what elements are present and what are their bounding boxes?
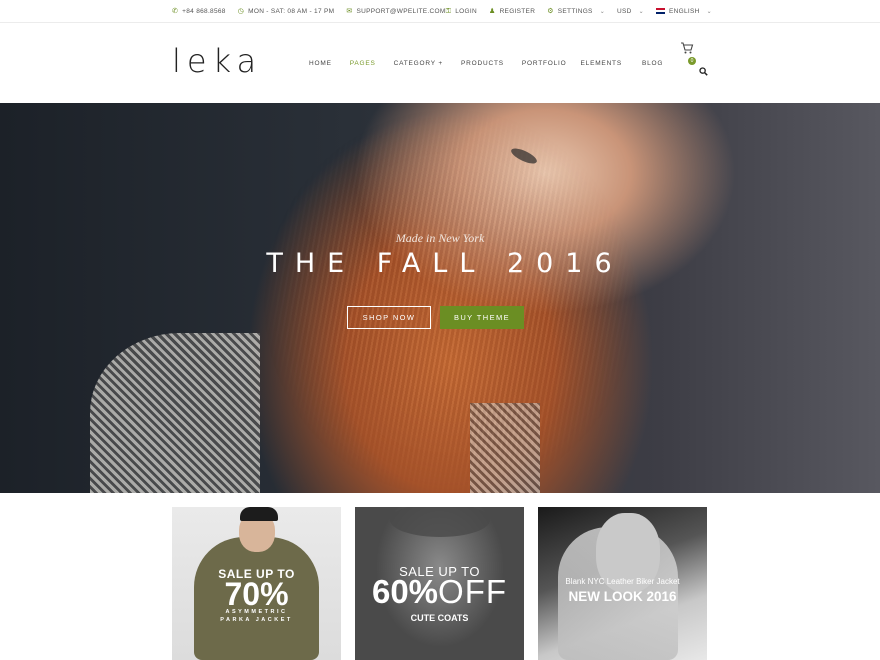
- register-link[interactable]: ♟ REGISTER: [489, 8, 535, 15]
- menu-item-blog[interactable]: BLOG: [642, 60, 663, 67]
- language-label[interactable]: ENGLISH: [669, 8, 700, 15]
- promo-image-cap: [240, 507, 278, 521]
- hours-info: ◷ MON - SAT: 08 AM - 17 PM: [238, 8, 335, 15]
- chevron-down-icon: ⌄: [638, 8, 644, 15]
- currency-label[interactable]: USD: [617, 8, 632, 15]
- language-dropdown[interactable]: ENGLISH ⌄: [655, 8, 712, 15]
- email-info[interactable]: ✉ SUPPORT@WPELITE.COM: [346, 8, 445, 15]
- login-link[interactable]: ⚿ LOGIN: [446, 8, 477, 15]
- email-text[interactable]: SUPPORT@WPELITE.COM: [357, 8, 446, 15]
- promo-product-line1: ASYMMETRIC: [225, 609, 288, 615]
- settings-label[interactable]: SETTINGS: [558, 8, 593, 15]
- promo-banner-biker-jacket[interactable]: Blank NYC Leather Biker Jacket NEW LOOK …: [538, 507, 707, 660]
- uk-flag-icon: [655, 8, 665, 14]
- site-logo[interactable]: leka: [172, 42, 262, 80]
- hero-subtitle: Made in New York: [395, 231, 485, 245]
- hero-banner: Made in New York THE FALL 2016 SHOP NOW …: [0, 103, 880, 493]
- promo-image-hat: [390, 507, 490, 537]
- menu-item-pages[interactable]: PAGES: [350, 60, 376, 67]
- promo-product-name: ASYMMETRIC PARKA JACKET: [172, 608, 341, 624]
- main-header: leka HOME PAGES CATEGORY + PRODUCTS PORT…: [0, 23, 880, 103]
- menu-item-home[interactable]: HOME: [309, 60, 332, 67]
- promo-banner-coats[interactable]: SALE UP TO 60%OFF CUTE COATS: [355, 507, 524, 660]
- menu-item-category[interactable]: CATEGORY +: [394, 60, 443, 67]
- buy-theme-button[interactable]: BUY THEME: [440, 306, 524, 329]
- menu-item-products[interactable]: PRODUCTS: [461, 60, 504, 67]
- clock-icon: ◷: [237, 7, 245, 15]
- top-bar: ✆ +84 868.8568 ◷ MON - SAT: 08 AM - 17 P…: [0, 0, 880, 23]
- envelope-icon: ✉: [346, 7, 353, 15]
- contact-info: ✆ +84 868.8568 ◷ MON - SAT: 08 AM - 17 P…: [172, 8, 446, 15]
- chevron-down-icon: ⌄: [599, 8, 606, 15]
- user-icon: ♟: [488, 7, 496, 15]
- promo-product-line2: PARKA JACKET: [220, 617, 293, 623]
- shop-now-button[interactable]: SHOP NOW: [347, 306, 431, 329]
- key-icon: ⚿: [445, 7, 452, 15]
- currency-dropdown[interactable]: USD ⌄: [617, 8, 644, 15]
- hero-title: THE FALL 2016: [266, 248, 624, 279]
- register-label[interactable]: REGISTER: [500, 8, 536, 15]
- promo-headline: NEW LOOK 2016: [568, 589, 677, 604]
- promo-banner-parka[interactable]: SALE UP TO 70% ASYMMETRIC PARKA JACKET: [172, 507, 341, 660]
- menu-item-portfolio[interactable]: PORTFOLIO: [522, 60, 567, 67]
- promo-percent: 60%OFF: [355, 573, 524, 611]
- promo-product-name: Blank NYC Leather Biker Jacket: [565, 577, 680, 586]
- phone-info: ✆ +84 868.8568: [172, 8, 226, 15]
- login-label[interactable]: LOGIN: [455, 8, 477, 15]
- menu-item-elements[interactable]: ELEMENTS: [581, 60, 622, 67]
- promo-banners: SALE UP TO 70% ASYMMETRIC PARKA JACKET S…: [172, 507, 707, 660]
- phone-text: +84 868.8568: [182, 7, 226, 15]
- account-links: ⚿ LOGIN ♟ REGISTER ⚙ SETTINGS ⌄ USD ⌄ EN…: [446, 8, 712, 15]
- settings-dropdown[interactable]: ⚙ SETTINGS ⌄: [547, 8, 605, 15]
- promo-product-name: CUTE COATS: [410, 613, 469, 623]
- search-icon[interactable]: [699, 67, 708, 76]
- main-menu: HOME PAGES CATEGORY + PRODUCTS PORTFOLIO…: [309, 23, 681, 103]
- gear-icon: ⚙: [547, 7, 554, 15]
- chevron-down-icon: ⌄: [706, 8, 712, 15]
- phone-icon: ✆: [172, 7, 179, 15]
- promo-percent-suffix: OFF: [438, 573, 508, 610]
- hero-image-hair: [190, 103, 710, 493]
- cart-count-badge: 0: [688, 57, 696, 65]
- cart-icon[interactable]: [680, 41, 694, 55]
- promo-percent-value: 60%: [371, 573, 439, 610]
- hours-text: MON - SAT: 08 AM - 17 PM: [248, 7, 335, 15]
